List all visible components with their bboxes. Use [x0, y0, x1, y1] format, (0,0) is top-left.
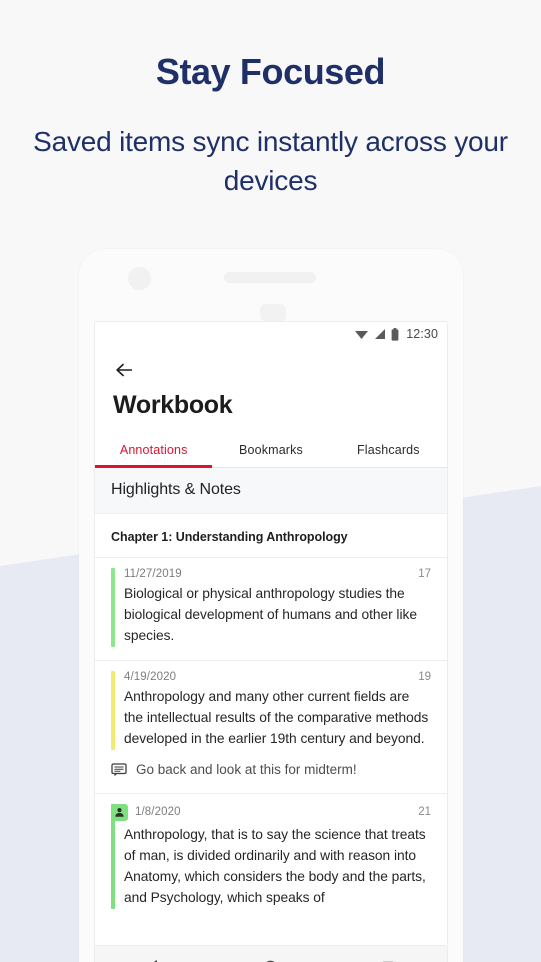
annotation-quote: Anthropology, that is to say the science… — [124, 826, 426, 905]
annotation-page-number: 21 — [418, 806, 431, 819]
promo-text-block: Stay Focused Saved items sync instantly … — [0, 0, 541, 201]
status-bar: 12:30 — [95, 322, 447, 346]
annotation-item[interactable]: 4/19/2020 19 Anthropology and many other… — [95, 659, 447, 793]
square-recents-icon[interactable] — [375, 955, 401, 962]
annotation-quote: Biological or physical anthropology stud… — [124, 586, 417, 643]
tab-bar: Annotations Bookmarks Flashcards — [95, 435, 447, 468]
wifi-icon — [355, 331, 369, 339]
promo-screenshot: Stay Focused Saved items sync instantly … — [0, 0, 541, 962]
annotation-date: 4/19/2020 — [124, 670, 177, 683]
annotation-meta: 1/8/2020 21 — [111, 803, 431, 821]
app-bar: Workbook Annotations Bookmarks Flashcard… — [95, 346, 447, 468]
circle-home-icon[interactable] — [258, 955, 284, 962]
annotation-date: 11/27/2019 — [124, 568, 182, 580]
cellular-signal-icon — [375, 329, 386, 339]
annotations-list: Chapter 1: Understanding Anthropology 11… — [95, 514, 447, 945]
promo-subhead: Saved items sync instantly across your d… — [33, 125, 508, 197]
annotation-meta: 11/27/2019 17 — [124, 568, 431, 580]
promo-headline: Stay Focused — [155, 51, 386, 92]
annotation-page-number: 19 — [418, 670, 431, 683]
tab-annotations[interactable]: Annotations — [95, 435, 213, 468]
tab-flashcards[interactable]: Flashcards — [330, 435, 447, 467]
front-camera-icon — [128, 267, 151, 290]
annotation-item[interactable]: 11/27/2019 17 Biological or physical ant… — [95, 557, 447, 660]
annotation-date: 1/8/2020 — [135, 806, 181, 819]
page-title: Workbook — [113, 391, 233, 419]
back-arrow-icon[interactable] — [113, 359, 135, 381]
android-nav-bar — [94, 946, 448, 962]
annotation-page-number: 17 — [418, 568, 431, 580]
battery-icon — [391, 327, 399, 341]
earpiece-speaker — [224, 272, 316, 283]
annotation-meta: 4/19/2020 19 — [124, 671, 431, 683]
comment-icon — [111, 763, 127, 777]
phone-screen: 12:30 Workbook Annotations Bookmarks Fla… — [94, 321, 448, 946]
annotation-note-text: Go back and look at this for midterm! — [136, 761, 357, 777]
annotation-note-row[interactable]: Go back and look at this for midterm! — [111, 761, 431, 780]
avatar — [111, 803, 128, 821]
phone-mockup: 12:30 Workbook Annotations Bookmarks Fla… — [79, 249, 463, 962]
chapter-title: Chapter 1: Understanding Anthropology — [111, 530, 348, 544]
back-button-row — [95, 355, 447, 385]
highlight-color-bar — [111, 568, 115, 647]
tab-bookmarks[interactable]: Bookmarks — [212, 435, 329, 467]
annotation-quote: Anthropology and many other current fiel… — [124, 688, 429, 746]
status-bar-time: 12:30 — [406, 327, 438, 341]
annotation-item[interactable]: 1/8/2020 21 Anthropology, that is to say… — [95, 792, 447, 922]
person-icon — [115, 807, 124, 817]
proximity-sensor — [260, 304, 286, 321]
highlight-color-bar — [111, 670, 115, 750]
triangle-back-icon[interactable] — [141, 955, 167, 962]
section-header: Highlights & Notes — [95, 468, 447, 514]
